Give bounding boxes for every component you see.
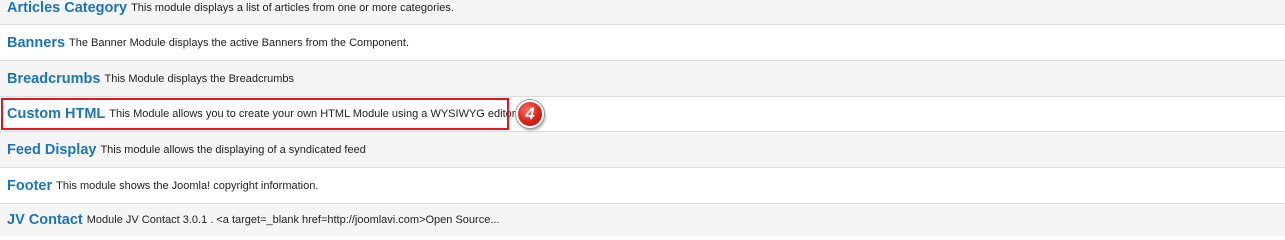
list-item: Feed Display This module allows the disp… xyxy=(0,132,1285,168)
module-description: This Module displays the Breadcrumbs xyxy=(104,72,295,85)
module-description: This module allows the displaying of a s… xyxy=(100,143,366,156)
module-description: This module displays a list of articles … xyxy=(131,2,454,14)
module-description: This Module allows you to create your ow… xyxy=(109,108,518,120)
module-link-articles-category[interactable]: Articles Category xyxy=(7,0,127,16)
module-link-feed-display[interactable]: Feed Display xyxy=(7,142,96,158)
module-list: Articles Category This module displays a… xyxy=(0,0,1285,236)
module-link-breadcrumbs[interactable]: Breadcrumbs xyxy=(7,71,100,87)
module-description: Module JV Contact 3.0.1 . <a target=_bla… xyxy=(86,214,500,226)
list-item: Footer This module shows the Joomla! cop… xyxy=(0,168,1285,204)
module-description: The Banner Module displays the active Ba… xyxy=(69,36,409,49)
module-link-custom-html[interactable]: Custom HTML xyxy=(7,106,105,122)
list-item: Custom HTML This Module allows you to cr… xyxy=(0,97,1285,132)
list-item: Breadcrumbs This Module displays the Bre… xyxy=(0,61,1285,97)
step-number-badge: 4 xyxy=(516,100,544,128)
list-item: Banners The Banner Module displays the a… xyxy=(0,25,1285,61)
list-item: JV Contact Module JV Contact 3.0.1 . <a … xyxy=(0,204,1285,236)
module-link-banners[interactable]: Banners xyxy=(7,35,65,51)
module-description: This module shows the Joomla! copyright … xyxy=(56,179,319,192)
module-link-jv-contact[interactable]: JV Contact xyxy=(7,212,83,228)
list-item: Articles Category This module displays a… xyxy=(0,0,1285,25)
module-link-footer[interactable]: Footer xyxy=(7,178,52,194)
